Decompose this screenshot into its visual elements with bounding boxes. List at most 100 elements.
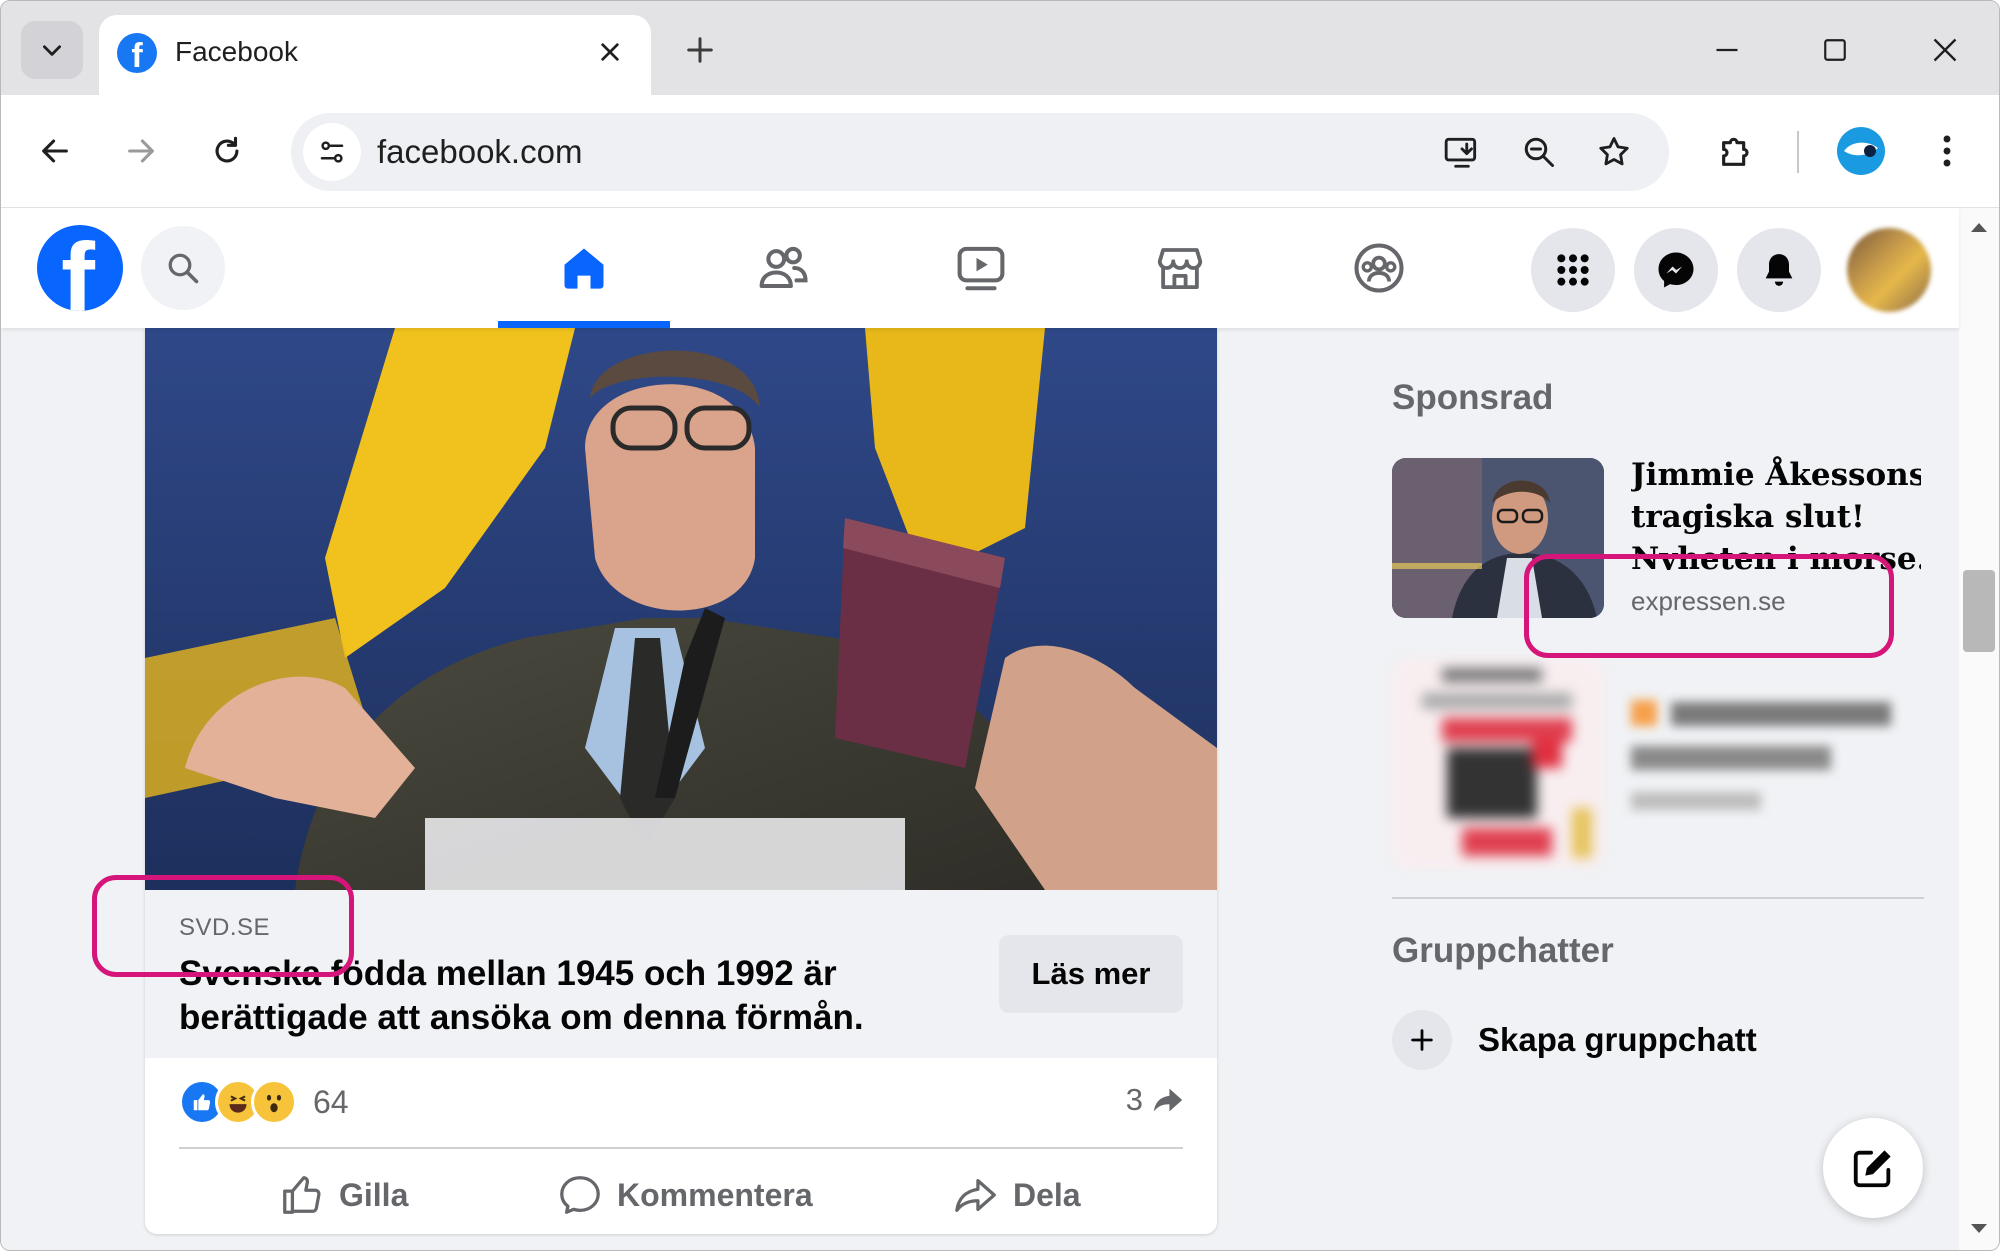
notifications-button[interactable] <box>1737 228 1821 312</box>
bookmark-button[interactable] <box>1591 129 1637 175</box>
nav-groups-tab[interactable] <box>1293 208 1465 328</box>
ad-domain-highlight-annotation <box>1524 554 1894 658</box>
browser-tab[interactable]: f Facebook <box>99 15 651 95</box>
facebook-logo[interactable]: f <box>37 225 123 311</box>
address-bar[interactable]: facebook.com <box>291 113 1669 191</box>
maximize-icon <box>1824 39 1846 61</box>
menu-button[interactable] <box>1531 228 1615 312</box>
ad-title[interactable]: Jimmie Åkessons tragiska slut! Nyheten i… <box>1631 454 1921 570</box>
browser-menu-button[interactable] <box>1917 121 1977 181</box>
forward-button[interactable] <box>111 121 171 181</box>
blurred-ad-illustration <box>1392 658 1604 868</box>
nav-friends-tab[interactable] <box>697 208 869 328</box>
reload-button[interactable] <box>197 121 257 181</box>
toolbar-separator <box>1797 131 1799 173</box>
tab-title: Facebook <box>175 36 298 67</box>
create-group-chat-label: Skapa gruppchatt <box>1478 1021 1757 1058</box>
scrollbar-thumb[interactable] <box>1963 570 1995 652</box>
marketplace-icon <box>1157 248 1203 290</box>
profile-button[interactable] <box>1831 121 1891 181</box>
nav-home-tab[interactable] <box>498 208 670 328</box>
share-button[interactable]: Dela <box>953 1166 1081 1224</box>
kebab-menu-icon <box>1943 135 1951 167</box>
scroll-down-arrow-icon[interactable] <box>1969 1222 1989 1236</box>
messenger-button[interactable] <box>1634 228 1718 312</box>
comment-button[interactable]: Kommentera <box>557 1166 813 1224</box>
blurred-ad-text[interactable] <box>1631 700 1911 820</box>
star-icon <box>1599 137 1629 166</box>
share-count-number: 3 <box>1125 1082 1143 1117</box>
install-app-icon <box>1444 137 1477 168</box>
compose-icon <box>1853 1150 1891 1188</box>
zoom-icon <box>1524 137 1554 167</box>
post-divider <box>179 1147 1183 1149</box>
feed-page: SVD.SE Svenska födda mellan 1945 och 199… <box>1 328 1959 1250</box>
back-button[interactable] <box>25 121 85 181</box>
bell-icon <box>1765 254 1793 286</box>
wow-reaction-icon <box>251 1079 297 1125</box>
profile-icon <box>1837 127 1885 175</box>
comment-icon <box>560 1176 600 1214</box>
tab-close-button[interactable] <box>589 31 631 73</box>
new-tab-button[interactable] <box>677 27 723 73</box>
tab-search-button[interactable] <box>21 21 83 79</box>
read-more-button[interactable]: Läs mer <box>999 935 1183 1013</box>
site-info-button[interactable] <box>303 123 361 181</box>
close-icon <box>601 43 619 61</box>
share-arrow-icon <box>1153 1088 1183 1112</box>
browser-window: f Facebook facebook.com f SVD.SE Svenska… <box>0 0 2000 1251</box>
video-icon <box>957 246 1005 291</box>
new-message-button[interactable] <box>1823 1118 1923 1218</box>
scroll-up-arrow-icon[interactable] <box>1969 220 1989 234</box>
share-count[interactable]: 3 <box>1126 1082 1185 1118</box>
reload-icon <box>215 136 239 163</box>
browser-toolbar: facebook.com <box>1 95 1999 208</box>
plus-circle-icon <box>1392 1010 1452 1070</box>
groups-icon <box>1354 243 1404 293</box>
messenger-icon <box>1658 252 1694 288</box>
nav-marketplace-tab[interactable] <box>1094 208 1266 328</box>
grid-menu-icon <box>1557 254 1589 286</box>
share-icon <box>955 1178 996 1212</box>
blurred-ad-thumbnail[interactable] <box>1392 658 1604 868</box>
extensions-icon <box>1722 137 1749 166</box>
back-arrow-icon <box>42 139 68 163</box>
thumbs-up-icon <box>283 1176 321 1214</box>
sponsored-post-card: SVD.SE Svenska födda mellan 1945 och 199… <box>145 328 1217 1234</box>
post-photo-illustration <box>145 328 1217 890</box>
share-label: Dela <box>1013 1176 1081 1213</box>
install-app-button[interactable] <box>1439 129 1485 175</box>
account-avatar[interactable] <box>1847 228 1931 312</box>
tab-strip: f Facebook <box>1 1 1999 95</box>
like-button[interactable]: Gilla <box>279 1166 408 1224</box>
search-icon <box>168 253 199 284</box>
forward-arrow-icon <box>128 139 154 163</box>
post-image[interactable] <box>145 328 1217 890</box>
url-text[interactable]: facebook.com <box>377 133 582 171</box>
maximize-button[interactable] <box>1805 25 1865 75</box>
close-window-button[interactable] <box>1915 25 1975 75</box>
facebook-search-button[interactable] <box>141 226 225 310</box>
like-label: Gilla <box>339 1176 409 1213</box>
nav-active-indicator <box>498 321 670 328</box>
comment-label: Kommentera <box>617 1176 813 1213</box>
friends-icon <box>759 246 808 289</box>
home-icon <box>564 248 604 289</box>
site-settings-icon <box>320 141 344 163</box>
sidebar-divider <box>1392 897 1924 899</box>
zoom-button[interactable] <box>1516 129 1562 175</box>
extensions-button[interactable] <box>1707 121 1767 181</box>
facebook-favicon-icon: f <box>117 33 157 73</box>
nav-watch-tab[interactable] <box>895 208 1067 328</box>
ad-title-line-1: Jimmie Åkessons <box>1631 457 1921 493</box>
plus-icon <box>687 37 713 63</box>
ad-title-line-2: tragiska slut! <box>1631 499 1865 535</box>
group-chats-heading: Gruppchatter <box>1392 931 1614 970</box>
page-scrollbar[interactable] <box>1959 208 1999 1250</box>
facebook-header: f <box>1 208 1959 328</box>
create-group-chat-button[interactable]: Skapa gruppchatt <box>1392 1010 1757 1070</box>
minimize-button[interactable] <box>1697 25 1757 75</box>
reaction-summary[interactable]: 64 <box>179 1079 349 1125</box>
close-window-icon <box>1933 38 1957 62</box>
minimize-icon <box>1716 48 1738 52</box>
